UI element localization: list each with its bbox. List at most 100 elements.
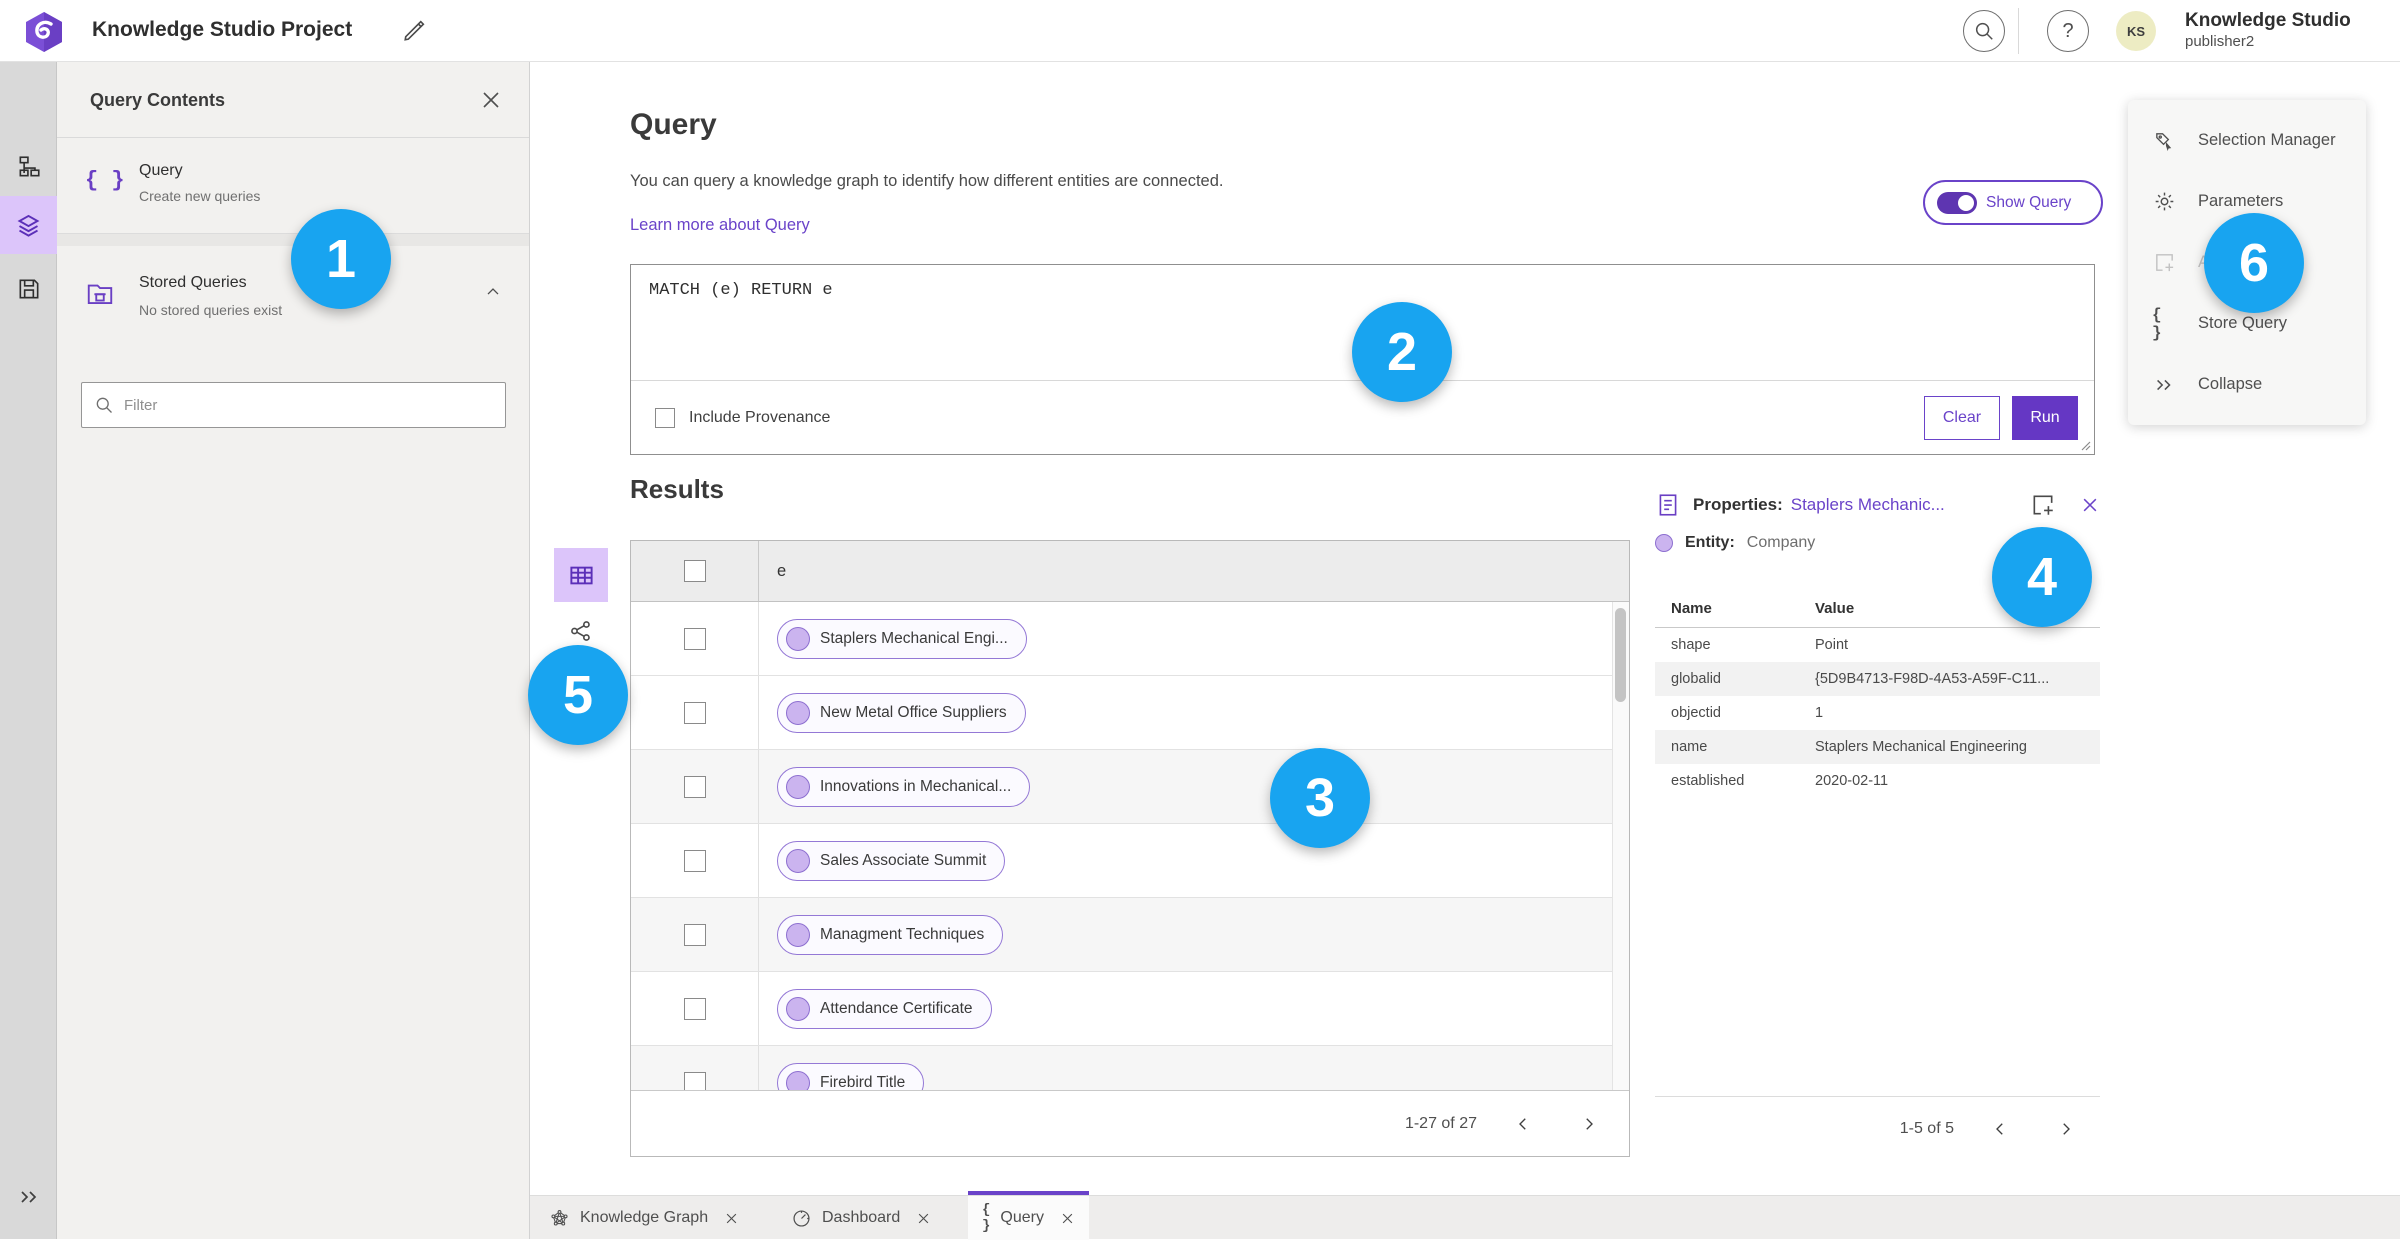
properties-next-page-button[interactable]	[2046, 1109, 2086, 1149]
store-query-label: Store Query	[2198, 314, 2287, 332]
row-checkbox[interactable]	[683, 997, 706, 1020]
entity-pill-label: New Metal Office Suppliers	[820, 703, 1007, 721]
user-name: Knowledge Studio	[2185, 10, 2351, 31]
callout-6: 6	[2204, 213, 2304, 313]
user-info: Knowledge Studio publisher2	[2185, 9, 2351, 51]
table-row[interactable]: Staplers Mechanical Engi...	[631, 602, 1629, 676]
table-icon	[569, 566, 593, 584]
table-view-button[interactable]	[554, 548, 608, 602]
show-query-toggle[interactable]: Show Query	[1923, 180, 2103, 225]
results-prev-page-button[interactable]	[1503, 1104, 1543, 1144]
search-button[interactable]	[1963, 10, 2005, 52]
properties-pagination: 1-5 of 5	[1655, 1102, 2100, 1156]
filter-field[interactable]	[81, 382, 506, 428]
row-checkbox[interactable]	[683, 923, 706, 946]
question-icon: ?	[2062, 19, 2074, 42]
scrollbar-thumb[interactable]	[1615, 608, 1626, 702]
expand-rail-button[interactable]	[0, 1177, 57, 1217]
callout-2: 2	[1352, 302, 1452, 402]
close-tab-icon[interactable]	[916, 1211, 931, 1226]
help-button[interactable]: ?	[2047, 10, 2089, 52]
hierarchy-view-button[interactable]	[0, 138, 57, 196]
entity-pill[interactable]: New Metal Office Suppliers	[777, 692, 1026, 733]
layers-view-button[interactable]	[0, 196, 57, 254]
row-checkbox[interactable]	[683, 627, 706, 650]
add-to-selection-icon[interactable]	[2030, 492, 2056, 518]
entity-pill[interactable]: Attendance Certificate	[777, 988, 992, 1029]
entity-pill-label: Firebird Title	[820, 1073, 906, 1091]
select-all-checkbox[interactable]	[683, 560, 706, 582]
properties-label: Properties:	[1693, 495, 1783, 514]
close-tab-icon[interactable]	[1060, 1211, 1075, 1226]
user-avatar[interactable]: KS	[2116, 11, 2156, 51]
property-row: globalid {5D9B4713-F98D-4A53-A59F-C11...	[1655, 662, 2100, 696]
property-row: name Staplers Mechanical Engineering	[1655, 730, 2100, 764]
learn-more-link[interactable]: Learn more about Query	[630, 216, 810, 235]
close-tab-icon[interactable]	[724, 1211, 739, 1226]
properties-page-range: 1-5 of 5	[1899, 1120, 1954, 1137]
callout-3: 3	[1270, 748, 1370, 848]
properties-entity-link[interactable]: Staplers Mechanic...	[1791, 495, 1945, 515]
selection-manager-item[interactable]: Selection Manager	[2128, 110, 2366, 171]
close-properties-icon[interactable]	[2080, 495, 2100, 515]
table-row[interactable]: Managment Techniques	[631, 898, 1629, 972]
property-name: objectid	[1671, 705, 1721, 721]
edit-title-icon[interactable]	[400, 17, 428, 45]
contents-item-query[interactable]: { } Query Create new queries	[57, 138, 529, 234]
query-contents-title: Query Contents	[90, 90, 226, 110]
row-checkbox[interactable]	[683, 701, 706, 724]
chevron-left-icon	[1519, 1117, 1526, 1130]
add-square-icon	[2152, 251, 2176, 274]
table-row[interactable]: Sales Associate Summit	[631, 824, 1629, 898]
clear-button[interactable]: Clear	[1924, 395, 2000, 440]
results-next-page-button[interactable]	[1569, 1104, 1609, 1144]
include-provenance-label: Include Provenance	[689, 408, 831, 426]
dashboard-gauge-icon	[791, 1208, 812, 1229]
entity-dot-icon	[786, 626, 810, 651]
property-value: Staplers Mechanical Engineering	[1815, 739, 2027, 755]
collapse-item[interactable]: Collapse	[2128, 354, 2366, 415]
query-section-title: Query	[630, 108, 717, 141]
row-checkbox[interactable]	[683, 775, 706, 798]
include-provenance-checkbox[interactable]	[655, 407, 675, 428]
properties-prev-page-button[interactable]	[1980, 1109, 2020, 1149]
filter-input[interactable]	[124, 396, 493, 414]
property-value: 1	[1815, 705, 1824, 721]
entity-pill[interactable]: Firebird Title	[777, 1062, 925, 1091]
results-pagination: 1-27 of 27	[631, 1090, 1629, 1156]
entity-pill[interactable]: Managment Techniques	[777, 914, 1004, 955]
row-checkbox[interactable]	[683, 849, 706, 872]
table-row[interactable]: Innovations in Mechanical...	[631, 750, 1629, 824]
project-title: Knowledge Studio Project	[92, 18, 353, 41]
results-table-body: Staplers Mechanical Engi... New Metal Of…	[631, 602, 1629, 1090]
table-row[interactable]: New Metal Office Suppliers	[631, 676, 1629, 750]
stored-queries-label: Stored Queries	[139, 274, 247, 291]
query-description: You can query a knowledge graph to ident…	[630, 172, 1224, 190]
user-role: publisher2	[2185, 33, 2255, 50]
collapse-section-chevron-icon[interactable]	[483, 282, 503, 302]
resize-handle-icon[interactable]	[2079, 439, 2091, 451]
callout-5: 5	[528, 645, 628, 745]
property-row: shape Point	[1655, 628, 2100, 662]
results-table: e Staplers Mechanical Engi... New Metal …	[630, 540, 1630, 1157]
entity-pill[interactable]: Staplers Mechanical Engi...	[777, 618, 1027, 659]
save-button[interactable]	[0, 260, 57, 318]
table-row[interactable]: Attendance Certificate	[631, 972, 1629, 1046]
gear-icon	[2152, 190, 2176, 213]
tab-knowledge-graph[interactable]: Knowledge Graph	[535, 1196, 760, 1240]
table-row[interactable]: Firebird Title	[631, 1046, 1629, 1090]
row-checkbox[interactable]	[683, 1071, 706, 1090]
tab-dashboard[interactable]: Dashboard	[777, 1196, 942, 1240]
entity-pill[interactable]: Innovations in Mechanical...	[777, 766, 1031, 807]
entity-pill[interactable]: Sales Associate Summit	[777, 840, 1006, 881]
tab-query[interactable]: { } Query	[968, 1196, 1089, 1240]
app-logo-icon	[24, 11, 64, 53]
braces-icon: { }	[85, 168, 125, 193]
run-button[interactable]: Run	[2012, 395, 2078, 440]
layers-icon	[17, 214, 40, 237]
query-contents-panel: Query Contents { } Query Create new quer…	[57, 62, 530, 1239]
close-panel-icon[interactable]	[479, 88, 503, 112]
property-row: objectid 1	[1655, 696, 2100, 730]
entity-pill-label: Sales Associate Summit	[820, 851, 987, 869]
table-scrollbar[interactable]	[1612, 602, 1629, 1090]
